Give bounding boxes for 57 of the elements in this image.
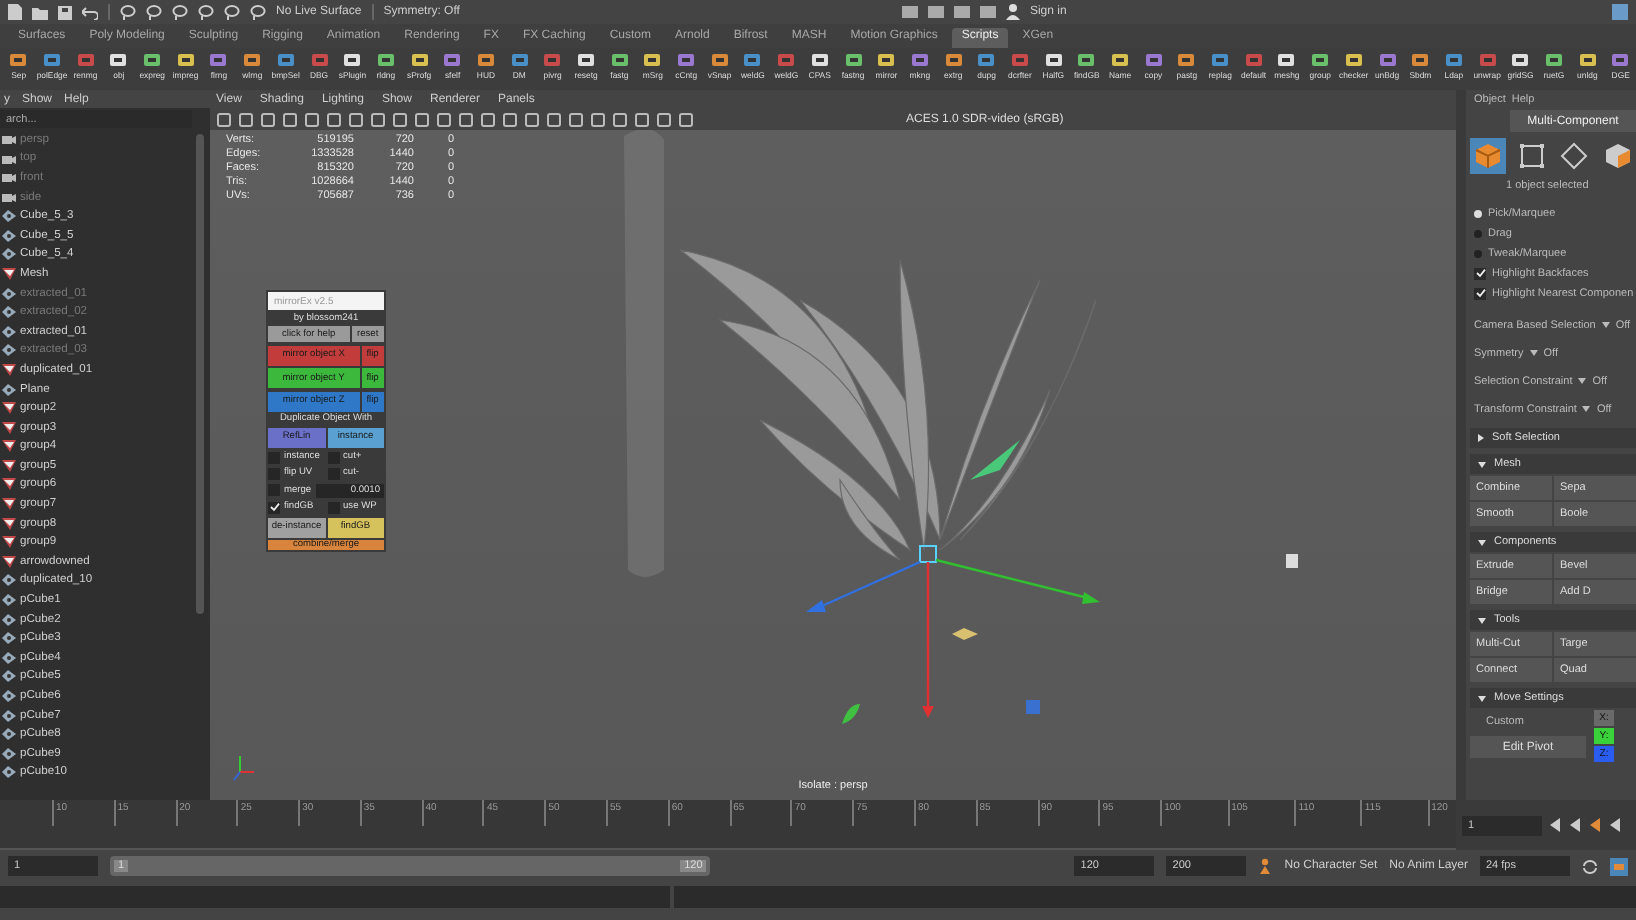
- axis-indicator-drawing: [233, 755, 255, 781]
- scrollbar[interactable]: [196, 134, 204, 614]
- radio-button[interactable]: [1474, 209, 1482, 217]
- folder-icon[interactable]: [32, 5, 48, 19]
- lasso-select-icon[interactable]: [172, 4, 188, 20]
- cube-handle-drawing: [1026, 700, 1040, 714]
- camera-icon: [2, 134, 16, 145]
- caret-icon: [1582, 406, 1591, 412]
- group-icon: [2, 363, 16, 376]
- check-icon: [269, 502, 279, 512]
- diamond-handle-drawing: [952, 628, 978, 640]
- caret-icon: [1601, 322, 1610, 328]
- group-icon: [2, 421, 16, 434]
- selection-mode-button[interactable]: [1600, 138, 1636, 174]
- lasso-select-icon[interactable]: [198, 4, 214, 20]
- cube-icon: [1473, 142, 1502, 170]
- save-icon[interactable]: [58, 5, 72, 19]
- group-icon: [2, 498, 16, 511]
- caret-icon: [1529, 350, 1538, 356]
- diamond-icon: [1560, 142, 1589, 170]
- group-icon: [2, 478, 16, 491]
- camera-icon: [2, 192, 16, 203]
- lasso-select-icon[interactable]: [250, 4, 266, 20]
- settings-icon[interactable]: [1610, 857, 1628, 875]
- leaf-handle-drawing: [842, 704, 860, 724]
- radio-button[interactable]: [1474, 229, 1482, 237]
- caret-icon: [1578, 378, 1587, 384]
- checkbox[interactable]: [1474, 287, 1486, 299]
- group-icon: [2, 517, 16, 530]
- cube-icon: [1604, 142, 1633, 170]
- group-icon: [2, 555, 16, 568]
- checkbox[interactable]: [268, 451, 280, 463]
- character-icon[interactable]: [1258, 858, 1273, 874]
- checkbox[interactable]: [268, 467, 280, 479]
- command-field[interactable]: [0, 886, 670, 908]
- cursor-drawing: [1286, 554, 1298, 568]
- lasso-select-icon[interactable]: [146, 4, 162, 20]
- group-icon: [2, 267, 16, 280]
- checkbox[interactable]: [327, 451, 339, 463]
- user-icon: [1005, 4, 1020, 20]
- checkbox[interactable]: [1474, 267, 1486, 279]
- selection-mode-button[interactable]: [1557, 138, 1593, 174]
- checkbox[interactable]: [268, 501, 280, 513]
- loop-icon[interactable]: [1582, 859, 1598, 873]
- undo-icon[interactable]: [82, 5, 98, 19]
- group-icon: [2, 402, 16, 415]
- vertex-square-icon: [1517, 142, 1546, 170]
- group-icon: [2, 536, 16, 549]
- group-icon: [2, 459, 16, 472]
- checkbox[interactable]: [268, 484, 280, 496]
- file-icon[interactable]: [8, 4, 22, 20]
- camera-icon: [2, 172, 16, 183]
- group-icon: [2, 440, 16, 453]
- lasso-select-icon[interactable]: [224, 4, 240, 20]
- camera-icon: [2, 153, 16, 164]
- lasso-select-icon[interactable]: [120, 4, 136, 20]
- radio-button[interactable]: [1474, 249, 1482, 257]
